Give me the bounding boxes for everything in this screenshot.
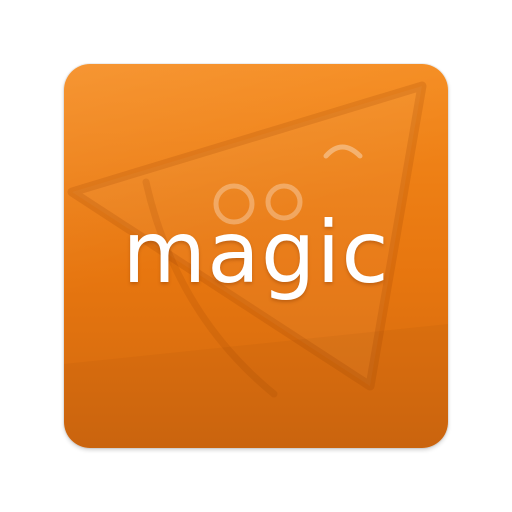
icon-canvas: magic (0, 0, 512, 512)
app-icon-tile[interactable]: magic (64, 64, 448, 448)
app-wordmark: magic (122, 203, 390, 303)
